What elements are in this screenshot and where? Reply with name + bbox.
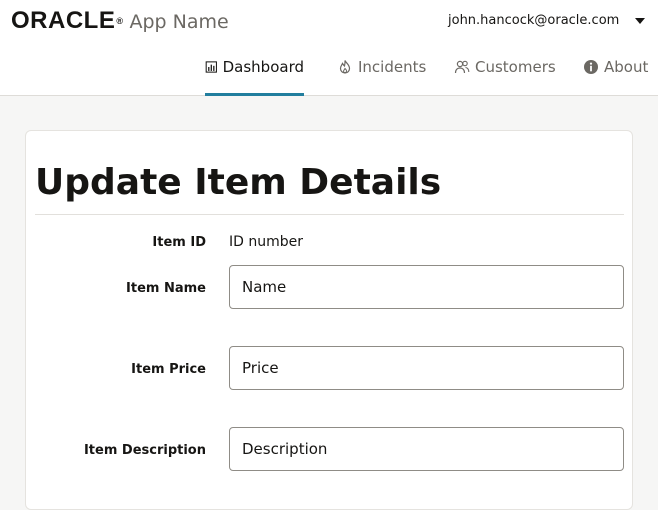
tab-dashboard[interactable]: Dashboard xyxy=(205,56,304,96)
oracle-logo: ORACLE® xyxy=(11,7,124,34)
item-id-value: ID number xyxy=(229,234,303,250)
people-icon xyxy=(454,60,470,74)
item-name-input[interactable] xyxy=(229,265,624,309)
page-title: Update Item Details xyxy=(35,162,442,203)
tab-label: Incidents xyxy=(358,58,427,76)
user-email: john.hancock@oracle.com xyxy=(448,13,620,28)
item-id-label: Item ID xyxy=(152,235,206,250)
tab-label: Customers xyxy=(475,58,556,76)
caret-down-icon[interactable] xyxy=(635,17,646,24)
fire-icon xyxy=(339,60,351,74)
bar-chart-icon xyxy=(205,61,217,73)
info-icon xyxy=(584,60,598,74)
item-price-label: Item Price xyxy=(131,362,206,377)
item-name-label: Item Name xyxy=(126,281,206,296)
tab-incidents[interactable]: Incidents xyxy=(337,56,426,96)
divider xyxy=(35,214,624,215)
tab-about[interactable]: About xyxy=(583,56,648,96)
tab-label: Dashboard xyxy=(222,58,304,76)
item-price-input[interactable] xyxy=(229,346,624,390)
tab-label: About xyxy=(604,58,649,76)
form-card: Update Item Details Item ID ID number It… xyxy=(25,130,633,510)
app-header: ORACLE® App Name john.hancock@oracle.com… xyxy=(0,0,658,96)
brand[interactable]: ORACLE® App Name xyxy=(11,9,229,34)
item-description-input[interactable] xyxy=(229,427,624,471)
item-description-label: Item Description xyxy=(83,443,206,458)
user-menu[interactable]: john.hancock@oracle.com xyxy=(448,13,646,28)
tab-customers[interactable]: Customers xyxy=(454,56,556,96)
app-name: App Name xyxy=(129,11,229,33)
nav-bar: Dashboard Incidents Customers About xyxy=(0,56,658,96)
